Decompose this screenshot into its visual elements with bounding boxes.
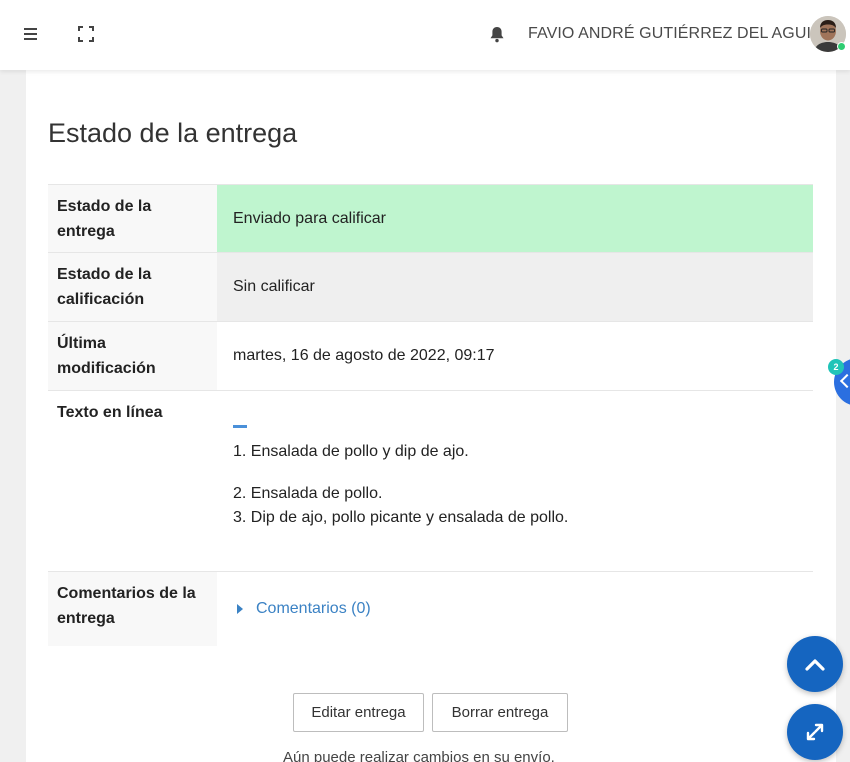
row-label: Estado de la entrega (48, 185, 217, 252)
top-navbar: FAVIO ANDRÉ GUTIÉRREZ DEL AGUILA (0, 0, 850, 70)
delete-submission-button[interactable]: Borrar entrega (432, 693, 568, 732)
drawer-count-badge: 2 (828, 359, 844, 375)
table-row: Última modificación martes, 16 de agosto… (48, 321, 813, 390)
text-marker (233, 425, 247, 428)
page-title: Estado de la entrega (48, 118, 298, 148)
caret-right-icon (237, 604, 243, 614)
online-text-value: 1. Ensalada de pollo y dip de ajo. 2. En… (217, 391, 813, 571)
row-label: Texto en línea (48, 391, 217, 571)
comments-toggle-link[interactable]: Comentarios (0) (233, 600, 371, 618)
row-label: Última modificación (48, 322, 217, 390)
online-text-item: 2. Ensalada de pollo. (233, 485, 383, 502)
online-status-indicator (837, 42, 846, 51)
scroll-to-top-button[interactable] (787, 636, 843, 692)
table-row: Estado de la calificación Sin calificar (48, 252, 813, 321)
grading-status-value: Sin calificar (217, 253, 813, 321)
expand-arrows-icon (806, 723, 824, 741)
edit-note: Aún puede realizar cambios en su envío. (283, 749, 555, 762)
comments-value: Comentarios (0) (217, 572, 813, 646)
online-text-item: 1. Ensalada de pollo y dip de ajo. (233, 443, 469, 460)
chevron-up-icon (805, 659, 825, 671)
bell-icon[interactable] (482, 19, 512, 49)
edit-submission-button[interactable]: Editar entrega (293, 693, 424, 732)
table-row: Comentarios de la entrega Comentarios (0… (48, 571, 813, 646)
user-name[interactable]: FAVIO ANDRÉ GUTIÉRREZ DEL AGUILA (528, 25, 831, 43)
expand-button[interactable] (787, 704, 843, 760)
table-row: Texto en línea 1. Ensalada de pollo y di… (48, 390, 813, 571)
row-label: Comentarios de la entrega (48, 572, 217, 646)
row-label: Estado de la calificación (48, 253, 217, 321)
submission-status-value: Enviado para calificar (217, 185, 813, 252)
hamburger-menu-icon[interactable] (16, 19, 46, 49)
table-row: Estado de la entrega Enviado para califi… (48, 184, 813, 252)
last-modified-value: martes, 16 de agosto de 2022, 09:17 (233, 347, 495, 364)
online-text-item: 3. Dip de ajo, pollo picante y ensalada … (233, 509, 569, 526)
fullscreen-icon[interactable] (71, 19, 101, 49)
